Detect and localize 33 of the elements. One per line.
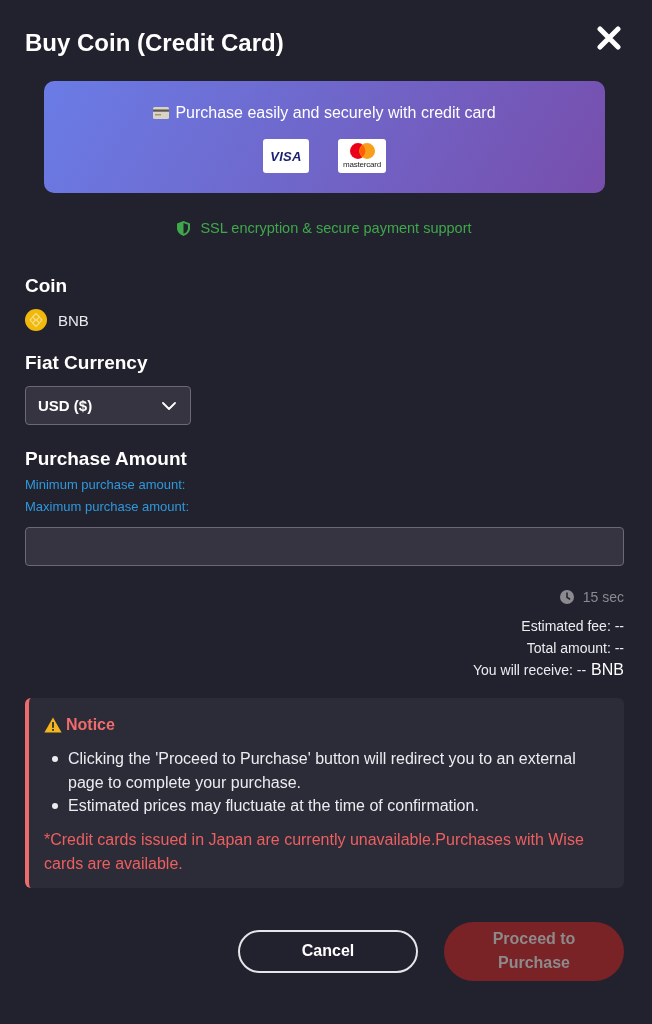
quote-text: Total amount: -- [526, 639, 624, 658]
warning-icon [44, 717, 62, 733]
quote-unit: BNB [591, 660, 624, 680]
clock-icon [559, 590, 574, 604]
notice-item: Clicking the 'Proceed to Purchase' button will redirect you to an external page to complete your purchase. [68, 749, 577, 793]
refresh-timer: 15 sec [582, 589, 624, 605]
visa-logo: VISA [263, 139, 309, 173]
bullet-icon [52, 803, 58, 809]
logo-wordmark: mastercard [343, 160, 381, 169]
fiat-currency-label: Fiat Currency [25, 351, 149, 375]
security-note: SSL encryption & secure payment support [200, 219, 472, 238]
close-icon[interactable] [597, 26, 621, 50]
credit-card-icon [153, 107, 170, 119]
cancel-button[interactable]: Cancel [238, 929, 418, 973]
dialog-title: Buy Coin (Credit Card) [25, 28, 284, 58]
bullet-icon [52, 756, 58, 762]
shield-icon [177, 220, 191, 236]
currency-dropdown[interactable]: USD ($) [25, 386, 191, 425]
warning-text: *Credit cards issued in Japan are currently unavailable.Purchases with Wise cards are available. [44, 829, 585, 874]
quote-text: You will receive: -- [473, 661, 587, 680]
coin-label: Coin [25, 274, 69, 298]
coin-value: BNB [58, 311, 89, 329]
notice-item: Estimated prices may fluctuate at the time of confirmation. [68, 796, 479, 816]
chevron-down-icon [162, 401, 176, 410]
banner-text: Purchase easily and securely with credit card [175, 103, 496, 123]
overlapping-circles-icon [349, 143, 375, 159]
limit-text: Maximum purchase amount: [25, 498, 190, 516]
quote-text: Estimated fee: -- [521, 617, 624, 636]
limit-text: Minimum purchase amount: [25, 476, 187, 494]
coin-icon [25, 309, 47, 331]
purchase-amount-label: Purchase Amount [25, 447, 188, 471]
amount-input-field[interactable] [25, 527, 624, 566]
notice-title: Notice [66, 716, 115, 734]
